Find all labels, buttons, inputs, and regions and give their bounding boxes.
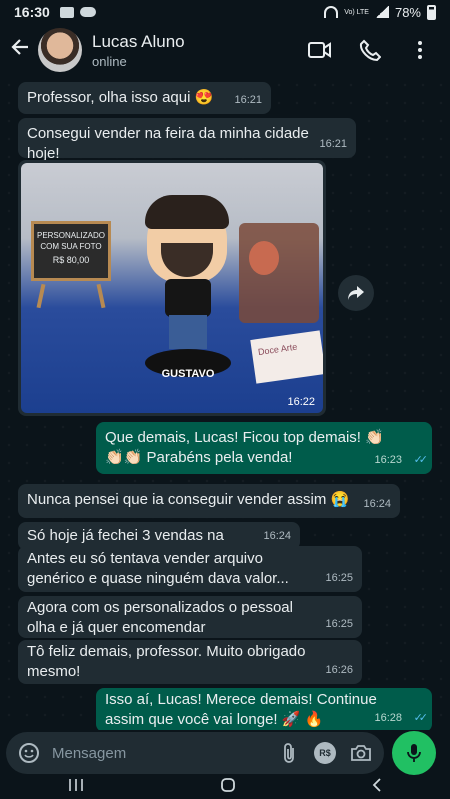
message-incoming[interactable]: Professor, olha isso aqui 😍 16:21 — [18, 82, 271, 114]
background-figure — [239, 223, 319, 323]
payment-icon[interactable]: R$ — [312, 740, 338, 766]
message-text: Nunca pensei que ia conseguir vender ass… — [27, 491, 350, 508]
video-call-icon[interactable] — [308, 38, 332, 62]
image-message[interactable]: PERSONALIZADO COM SUA FOTO R$ 80,00 GUST… — [18, 160, 326, 416]
mic-button[interactable] — [392, 731, 436, 775]
battery-percent: 78% — [394, 4, 421, 20]
message-time: 16:21 — [234, 94, 262, 106]
sign-price: R$ 80,00 — [52, 255, 90, 265]
read-ticks-icon: ✓✓ — [413, 712, 429, 724]
message-time: 16:25 — [325, 572, 353, 584]
message-outgoing[interactable]: Que demais, Lucas! Ficou top demais! 👏🏻👏… — [96, 422, 432, 474]
sign-text: PERSONALIZADO COM SUA FOTO — [36, 231, 105, 251]
price-sign: PERSONALIZADO COM SUA FOTO R$ 80,00 — [31, 221, 111, 281]
contact-info[interactable]: Lucas Aluno online — [92, 32, 185, 69]
system-nav-bar — [0, 776, 450, 799]
signal-icon — [374, 6, 389, 18]
message-outgoing[interactable]: Isso aí, Lucas! Merece demais! Continue … — [96, 688, 432, 732]
message-text: Tô feliz demais, professor. Muito obriga… — [27, 643, 306, 680]
message-text: Que demais, Lucas! Ficou top demais! 👏🏻👏… — [105, 429, 384, 466]
message-time: 16:22 — [287, 396, 315, 408]
message-incoming[interactable]: Agora com os personalizados o pessoal ol… — [18, 596, 362, 638]
message-incoming[interactable]: Tô feliz demais, professor. Muito obriga… — [18, 640, 362, 684]
easel-leg — [36, 283, 46, 309]
message-text: Consegui vender na feira da minha cidade… — [27, 125, 309, 162]
message-input[interactable] — [52, 744, 266, 762]
clock: 16:30 — [14, 4, 50, 20]
attach-icon[interactable] — [276, 740, 302, 766]
message-incoming[interactable]: Nunca pensei que ia conseguir vender ass… — [18, 484, 400, 518]
status-bar: 16:30 Vo) LTE 78% — [0, 0, 450, 24]
cloud-icon — [79, 7, 96, 17]
message-time: 16:21 — [319, 138, 347, 150]
card-text: Doce Arte — [257, 341, 298, 358]
camera-icon[interactable] — [348, 740, 374, 766]
message-time: 16:28 — [374, 712, 402, 724]
business-card: Doce Arte — [250, 330, 323, 384]
message-time: 16:25 — [325, 618, 353, 630]
easel-leg — [96, 283, 106, 309]
read-ticks-icon: ✓✓ — [413, 454, 429, 466]
network-type: Vo) LTE — [344, 8, 369, 16]
message-incoming[interactable]: Antes eu só tentava vender arquivo genér… — [18, 546, 362, 592]
phone-icon[interactable] — [358, 38, 382, 62]
wifi-icon — [324, 6, 339, 18]
composer: R$ — [0, 730, 450, 776]
recent-apps-icon[interactable] — [68, 778, 84, 797]
back-nav-icon[interactable] — [372, 778, 382, 797]
chat-area[interactable]: Professor, olha isso aqui 😍 16:21 Conseg… — [0, 76, 450, 732]
figure-base-name: GUSTAVO — [161, 368, 215, 380]
emoji-icon[interactable] — [16, 740, 42, 766]
home-icon[interactable] — [220, 777, 236, 798]
figure-jeans — [169, 315, 207, 349]
figure-hair — [145, 195, 229, 229]
battery-icon — [427, 4, 436, 20]
message-time: 16:24 — [363, 498, 391, 510]
more-options-icon[interactable] — [408, 38, 432, 62]
message-time: 16:26 — [325, 664, 353, 676]
contact-name: Lucas Aluno — [92, 31, 185, 51]
message-time: 16:24 — [263, 530, 291, 542]
message-text: Antes eu só tentava vender arquivo genér… — [27, 550, 289, 587]
payment-label: R$ — [314, 742, 336, 764]
background-figure-head — [249, 241, 279, 275]
gallery-notification-icon — [59, 6, 74, 18]
contact-status: online — [92, 53, 127, 69]
message-incoming[interactable]: Consegui vender na feira da minha cidade… — [18, 118, 356, 162]
figure-shirt — [165, 279, 211, 317]
photo-funko-figure[interactable]: PERSONALIZADO COM SUA FOTO R$ 80,00 GUST… — [21, 163, 323, 413]
chat-header: Lucas Aluno online — [0, 24, 450, 76]
message-text: Professor, olha isso aqui 😍 — [27, 89, 214, 106]
forward-icon[interactable] — [338, 275, 374, 311]
mic-icon — [407, 744, 421, 762]
message-input-container: R$ — [6, 732, 384, 774]
message-text: Agora com os personalizados o pessoal ol… — [27, 599, 293, 636]
back-arrow-icon[interactable] — [10, 37, 36, 63]
message-time: 16:23 — [374, 454, 402, 466]
message-text: Isso aí, Lucas! Merece demais! Continue … — [105, 691, 377, 728]
avatar[interactable] — [38, 28, 82, 72]
